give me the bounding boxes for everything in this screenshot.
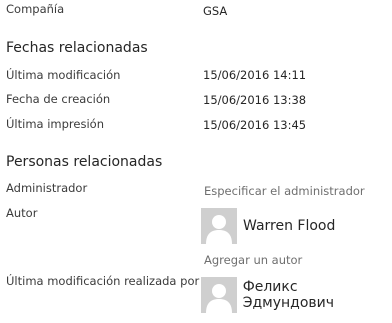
manager-label: Administrador [6,181,88,195]
related-people-heading: Personas relacionadas [6,154,163,170]
last-modified-label: Última modificación [6,68,121,82]
company-value[interactable]: GSA [203,4,227,18]
specify-manager-link[interactable]: Especificar el administrador [204,184,365,198]
last-modified-by-name: Феликс Эдмундович [242,279,335,311]
avatar [201,277,237,313]
last-modified-by-person[interactable]: Феликс Эдмундович [201,277,392,313]
avatar [201,208,237,244]
author-name: Warren Flood [243,218,336,234]
person-silhouette-icon [206,284,232,313]
created-date-label: Fecha de creación [6,92,111,106]
last-modified-by-label: Última modificación realizada por [6,274,200,288]
last-modified-value: 15/06/2016 14:11 [203,68,307,82]
person-silhouette-icon [206,215,232,244]
author-label: Autor [6,206,38,220]
related-dates-heading: Fechas relacionadas [6,40,148,56]
last-printed-label: Última impresión [6,117,104,131]
created-date-value: 15/06/2016 13:38 [203,93,307,107]
company-label: Compañía [6,2,65,16]
add-author-link[interactable]: Agregar un autor [204,253,302,267]
last-printed-value: 15/06/2016 13:45 [203,118,307,132]
author-person[interactable]: Warren Flood [201,208,335,244]
